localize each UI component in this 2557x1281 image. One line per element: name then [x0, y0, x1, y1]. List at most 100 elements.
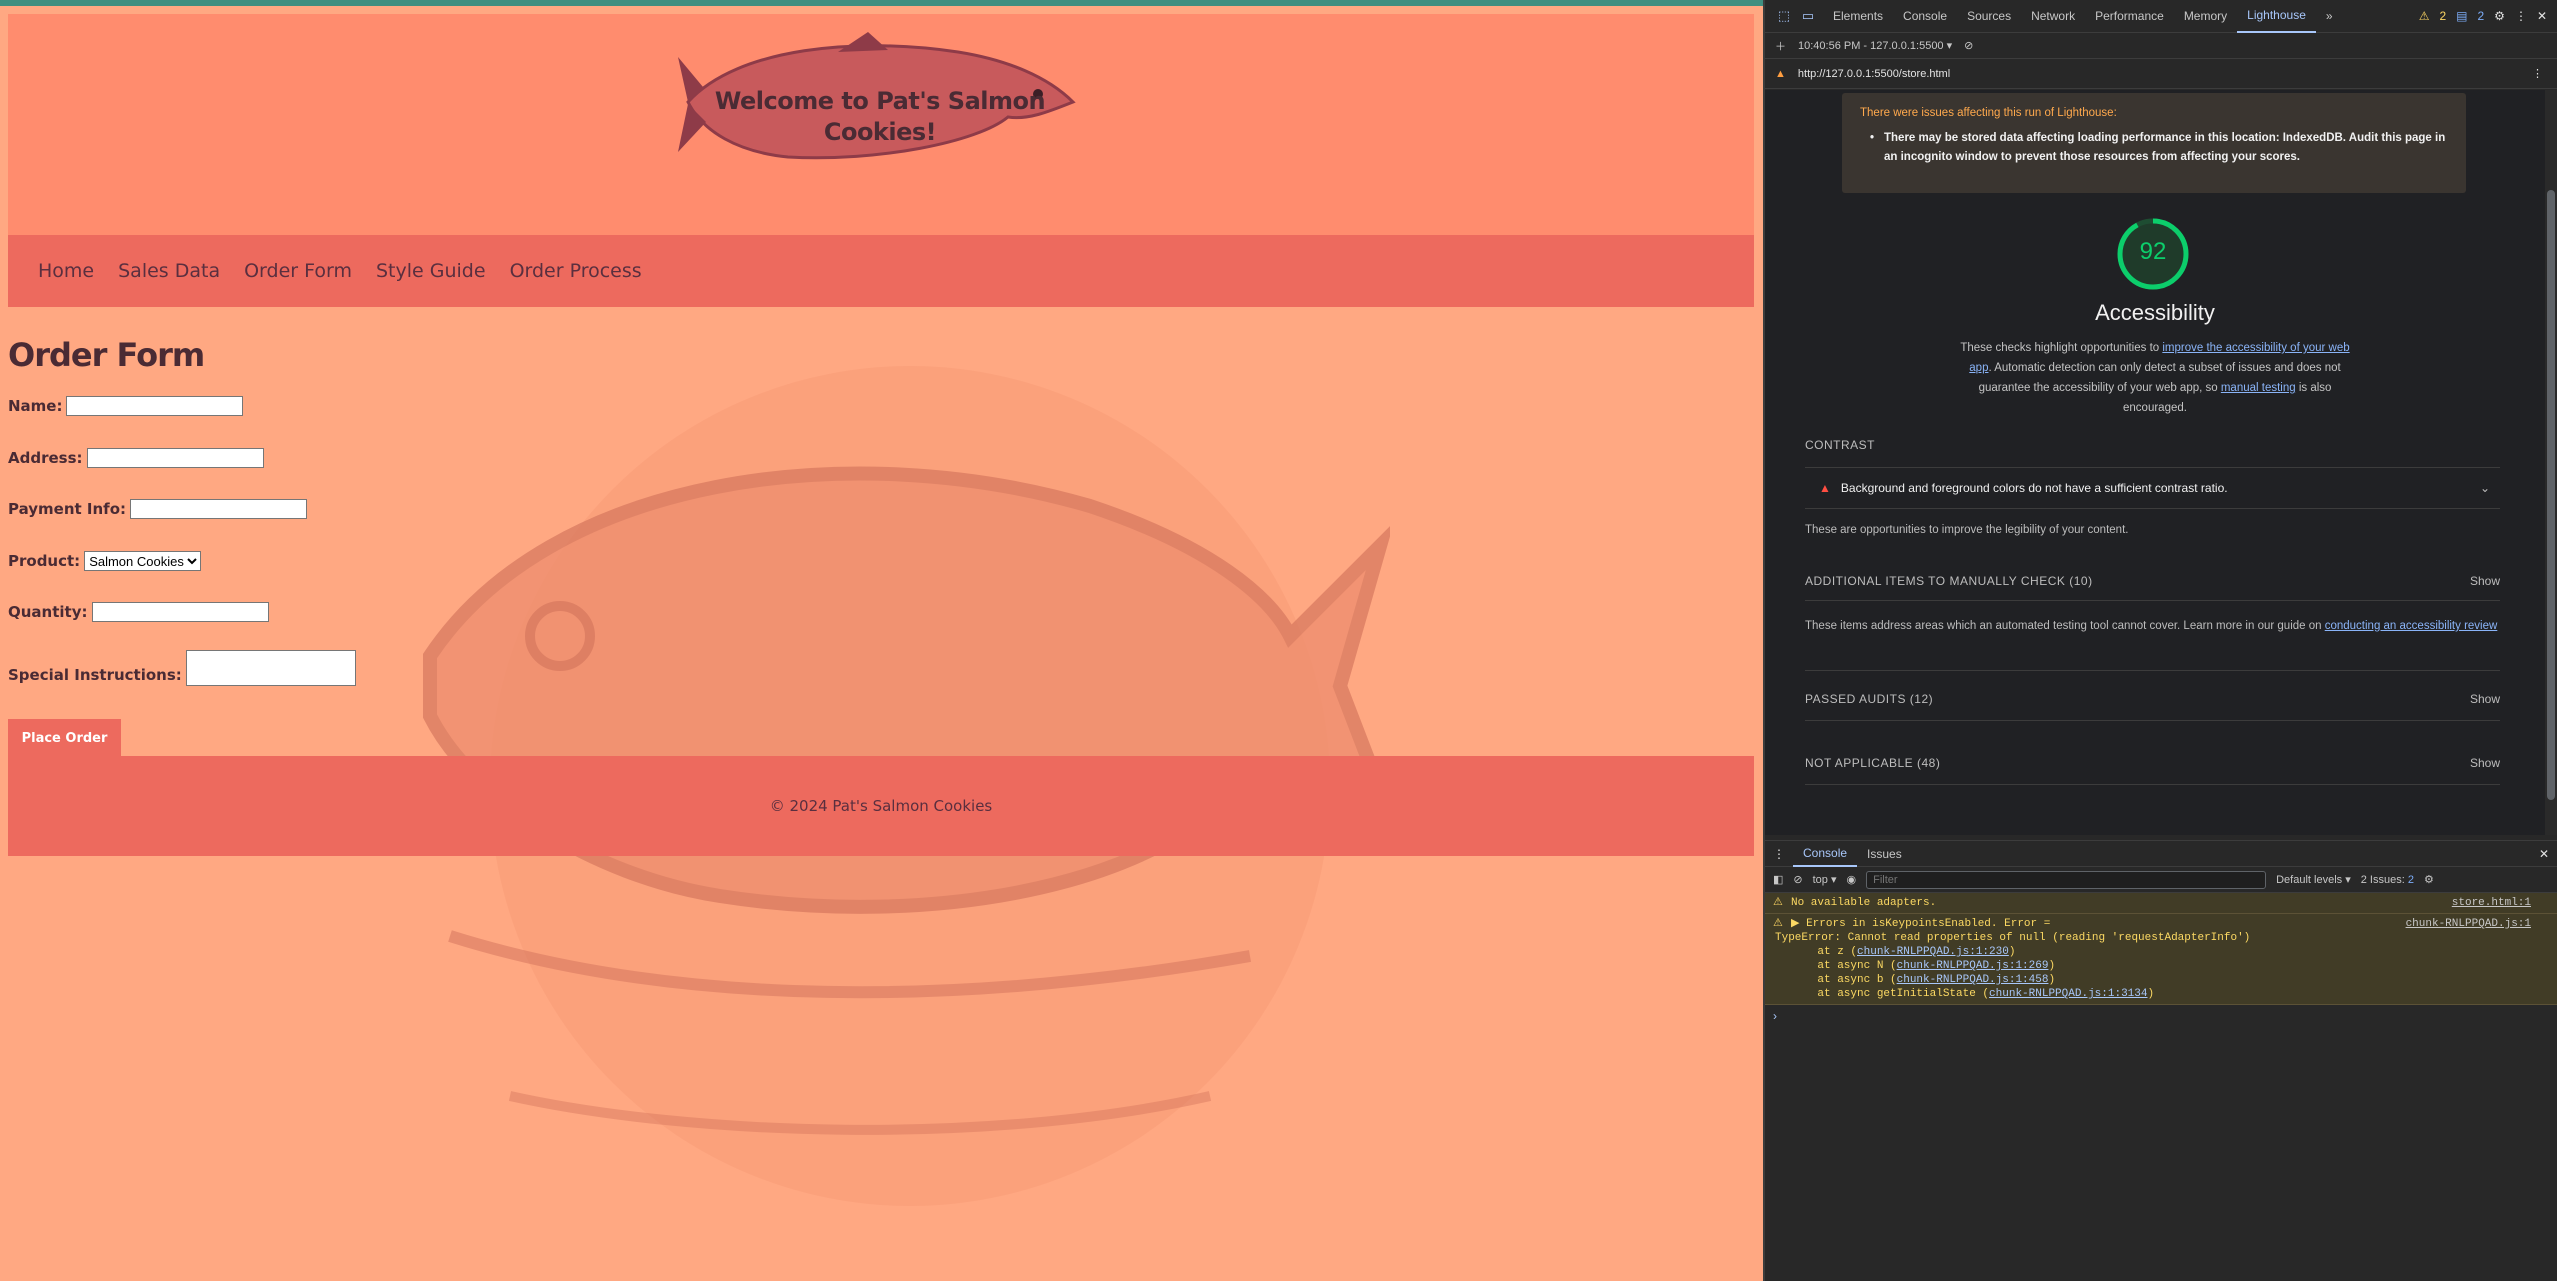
add-icon[interactable]: ＋ [1775, 38, 1786, 54]
passed-show-button[interactable]: Show [2470, 692, 2500, 706]
warning-icon: ⚠ [1773, 897, 1783, 909]
place-order-button[interactable]: Place Order [8, 719, 121, 757]
clear-icon[interactable]: ⊘ [1964, 39, 1973, 52]
web-page: Welcome to Pat's Salmon Cookies! Home Sa… [0, 0, 1763, 1281]
na-show-button[interactable]: Show [2470, 756, 2500, 770]
product-select[interactable]: Salmon Cookies [84, 551, 202, 571]
tab-elements[interactable]: Elements [1823, 0, 1893, 33]
divider [1805, 600, 2500, 601]
frame-prefix: at async N ( [1791, 960, 1897, 972]
quantity-input[interactable] [91, 602, 269, 622]
issues-count: 2 [2407, 873, 2414, 886]
tab-memory[interactable]: Memory [2174, 0, 2237, 33]
stack-error: TypeError: Cannot read properties of nul… [1775, 932, 2251, 944]
address-label: Address: [8, 449, 83, 467]
console-source-link[interactable]: chunk-RNLPPQAD.js:1 [2406, 917, 2531, 931]
run-select[interactable]: 10:40:56 PM - 127.0.0.1:5500 ▾ [1798, 39, 1952, 52]
name-input[interactable] [66, 396, 244, 416]
site-footer: © 2024 Pat's Salmon Cookies [8, 756, 1754, 856]
more-tabs-icon[interactable]: » [2316, 0, 2343, 33]
lighthouse-icon: ▲ [1775, 67, 1786, 80]
tab-sources[interactable]: Sources [1957, 0, 2021, 33]
sidebar-toggle-icon[interactable]: ◧ [1773, 873, 1783, 886]
context-select[interactable]: top ▾ [1813, 873, 1837, 886]
run-warning-title: There were issues affecting this run of … [1860, 107, 2117, 119]
tab-network[interactable]: Network [2021, 0, 2085, 33]
inspect-element-icon[interactable]: ⬚ [1775, 7, 1793, 25]
tab-lighthouse[interactable]: Lighthouse [2237, 0, 2316, 33]
drawer-tab-issues[interactable]: Issues [1857, 841, 1912, 867]
kebab-menu-icon[interactable]: ⋮ [2515, 9, 2527, 23]
manual-note-text: These items address areas which an autom… [1805, 620, 2325, 632]
frame-link[interactable]: chunk-RNLPPQAD.js:1:269 [1897, 960, 2049, 972]
device-toolbar-icon[interactable]: ▭ [1799, 7, 1817, 25]
nav-sales-data[interactable]: Sales Data [118, 260, 220, 282]
category-title: Accessibility [2095, 300, 2215, 325]
console-toolbar: ◧ ⊘ top ▾ ◉ Default levels ▾ 2 Issues: 2… [1765, 867, 2557, 893]
warning-icon[interactable]: ⚠ [2419, 9, 2430, 23]
manual-show-button[interactable]: Show [2470, 574, 2500, 588]
divider [1805, 670, 2500, 671]
contrast-heading: CONTRAST [1805, 438, 1875, 452]
payment-label: Payment Info: [8, 500, 126, 518]
console-prompt[interactable]: › [1765, 1005, 2557, 1027]
report-url-bar: ▲ http://127.0.0.1:5500/store.html ⋮ [1765, 59, 2557, 89]
settings-icon[interactable]: ⚙ [2494, 9, 2505, 23]
issues-counter[interactable]: 2 Issues: 2 [2361, 874, 2414, 886]
nav-home[interactable]: Home [38, 260, 94, 282]
report-scrollbar[interactable] [2545, 90, 2557, 835]
drawer-menu-icon[interactable]: ⋮ [1765, 847, 1793, 861]
page-title: Order Form [8, 336, 205, 374]
address-input[interactable] [86, 448, 264, 468]
tab-console[interactable]: Console [1893, 0, 1957, 33]
divider [1805, 508, 2500, 509]
frame-suffix: ) [2048, 960, 2056, 972]
run-warning-box: There were issues affecting this run of … [1842, 93, 2466, 193]
payment-input[interactable] [130, 499, 307, 519]
fail-triangle-icon: ▲ [1819, 481, 1831, 495]
nav-order-form[interactable]: Order Form [244, 260, 352, 282]
tab-performance[interactable]: Performance [2085, 0, 2174, 33]
scrollbar-thumb[interactable] [2547, 190, 2555, 800]
levels-select[interactable]: Default levels ▾ [2276, 873, 2351, 886]
instructions-textarea[interactable] [185, 650, 356, 686]
lighthouse-report: There were issues affecting this run of … [1765, 90, 2545, 835]
console-drawer: ⋮ Console Issues ✕ ◧ ⊘ top ▾ ◉ Default l… [1765, 840, 2557, 1281]
eye-icon[interactable]: ◉ [1847, 873, 1857, 886]
levels-label: Default levels [2276, 874, 2343, 886]
main-nav: Home Sales Data Order Form Style Guide O… [8, 235, 1754, 307]
clear-console-icon[interactable]: ⊘ [1793, 873, 1802, 886]
passed-audits-heading[interactable]: PASSED AUDITS (12) Show [1805, 692, 2500, 706]
manual-checks-heading[interactable]: ADDITIONAL ITEMS TO MANUALLY CHECK (10) S… [1805, 574, 2500, 588]
nav-style-guide[interactable]: Style Guide [376, 260, 486, 282]
frame-link[interactable]: chunk-RNLPPQAD.js:1:230 [1857, 946, 2009, 958]
contrast-audit-text: Background and foreground colors do not … [1840, 481, 2228, 495]
not-applicable-heading[interactable]: NOT APPLICABLE (48) Show [1805, 756, 2500, 770]
drawer-tabbar: ⋮ Console Issues ✕ [1765, 841, 2557, 867]
drawer-tab-console[interactable]: Console [1793, 841, 1858, 867]
report-menu-icon[interactable]: ⋮ [2532, 67, 2543, 80]
console-message-text: Errors in isKeypointsEnabled. Error = [1806, 918, 2051, 930]
info-count: 2 [2477, 9, 2485, 23]
contrast-audit-item[interactable]: ▲ Background and foreground colors do no… [1805, 468, 2500, 508]
message-icon[interactable]: ▤ [2456, 9, 2467, 23]
console-settings-icon[interactable]: ⚙ [2424, 873, 2434, 886]
nav-order-process[interactable]: Order Process [510, 260, 642, 282]
console-filter-input[interactable] [1866, 870, 2267, 889]
accessibility-review-link[interactable]: conducting an accessibility review [2325, 620, 2498, 632]
drawer-close-icon[interactable]: ✕ [2539, 847, 2557, 861]
chevron-down-icon[interactable]: ⌄ [2480, 481, 2490, 495]
frame-link[interactable]: chunk-RNLPPQAD.js:1:458 [1897, 974, 2049, 986]
lighthouse-toolbar: ＋ 10:40:56 PM - 127.0.0.1:5500 ▾ ⊘ [1765, 33, 2557, 59]
manual-testing-link[interactable]: manual testing [2221, 382, 2296, 394]
warning-count: 2 [2439, 9, 2447, 23]
devtools-tabbar: ⬚ ▭ Elements Console Sources Network Per… [1765, 0, 2557, 33]
console-source-link[interactable]: store.html:1 [2452, 896, 2531, 910]
console-message-text: No available adapters. [1791, 897, 1937, 909]
not-applicable-title: NOT APPLICABLE (48) [1805, 756, 1941, 770]
frame-link[interactable]: chunk-RNLPPQAD.js:1:3134 [1989, 988, 2147, 1000]
expand-arrow-icon[interactable]: ▶ [1791, 918, 1799, 930]
frame-prefix: at async b ( [1791, 974, 1897, 986]
close-icon[interactable]: ✕ [2537, 9, 2547, 23]
issues-label: 2 Issues: [2360, 873, 2405, 886]
